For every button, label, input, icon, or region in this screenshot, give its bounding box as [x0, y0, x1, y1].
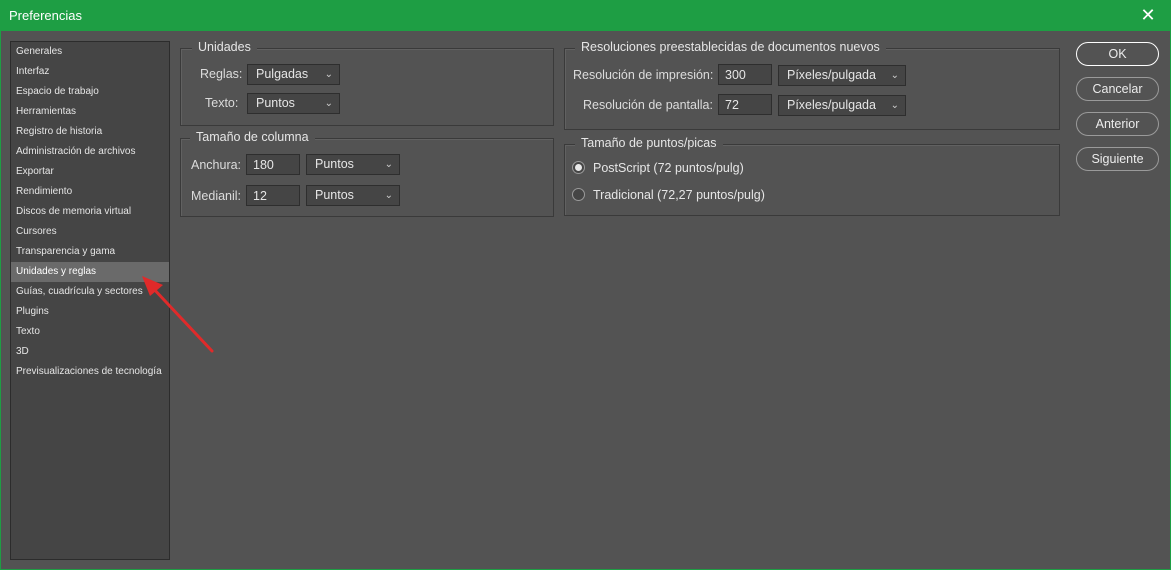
red-arrow-annotation — [142, 276, 214, 353]
